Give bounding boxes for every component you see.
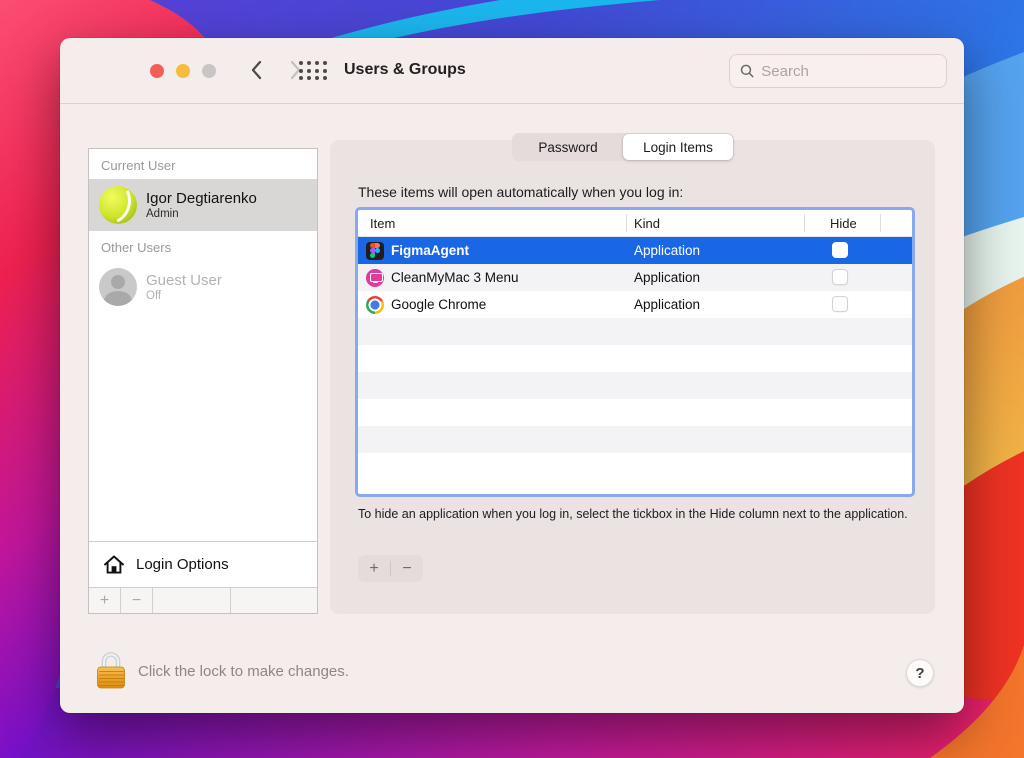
show-all-grid-icon[interactable]: [298, 60, 328, 82]
table-row-empty: [358, 453, 912, 480]
minimize-button[interactable]: [176, 64, 190, 78]
remove-user-button[interactable]: −: [121, 588, 153, 613]
column-header-hide[interactable]: Hide: [830, 216, 857, 231]
hide-hint-text: To hide an application when you log in, …: [358, 506, 943, 523]
item-kind: Application: [634, 270, 700, 285]
item-kind: Application: [634, 243, 700, 258]
table-row-google-chrome[interactable]: Google Chrome Application: [358, 291, 912, 318]
close-button[interactable]: [150, 64, 164, 78]
other-users-section-label: Other Users: [89, 231, 317, 261]
tab-password[interactable]: Password: [513, 134, 623, 160]
column-divider: [804, 214, 805, 232]
title-bar: Users & Groups: [60, 38, 964, 104]
home-icon: [103, 554, 125, 575]
users-groups-window: Users & Groups Current User Igor Degtiar…: [60, 38, 964, 713]
desktop: Users & Groups Current User Igor Degtiar…: [0, 0, 1024, 758]
chrome-app-icon: [366, 296, 384, 314]
user-avatar-tennis-ball: [99, 186, 137, 224]
tab-login-items[interactable]: Login Items: [623, 134, 733, 160]
remove-login-item-button[interactable]: −: [391, 560, 423, 578]
sidebar-spacer: [89, 313, 317, 541]
table-row-figmaagent[interactable]: FigmaAgent Application: [358, 237, 912, 264]
guest-status: Off: [146, 290, 222, 302]
add-login-item-button[interactable]: +: [358, 560, 390, 578]
table-row-empty: [358, 372, 912, 399]
user-role: Admin: [146, 208, 257, 220]
item-name: CleanMyMac 3 Menu: [391, 270, 519, 285]
login-items-add-remove: + −: [358, 555, 423, 582]
table-row-empty: [358, 399, 912, 426]
users-sidebar: Current User Igor Degtiarenko Admin Othe…: [88, 148, 318, 614]
table-row-empty: [358, 345, 912, 372]
table-row-cleanmymac[interactable]: CleanMyMac 3 Menu Application: [358, 264, 912, 291]
search-input[interactable]: [761, 63, 936, 80]
column-header-item[interactable]: Item: [370, 216, 395, 231]
login-items-table: Item Kind Hide FigmaAgent: [355, 207, 915, 497]
guest-name: Guest User: [146, 272, 222, 290]
column-header-kind[interactable]: Kind: [634, 216, 660, 231]
table-header: Item Kind Hide: [358, 210, 912, 237]
guest-avatar: [99, 268, 137, 306]
login-items-description: These items will open automatically when…: [358, 184, 683, 200]
cleanmymac-app-icon: [366, 269, 384, 287]
sidebar-item-current-user[interactable]: Igor Degtiarenko Admin: [89, 179, 317, 231]
column-divider: [880, 214, 881, 232]
table-row-empty: [358, 426, 912, 453]
item-kind: Application: [634, 297, 700, 312]
table-row-empty: [358, 318, 912, 345]
search-icon: [740, 63, 754, 79]
help-button[interactable]: ?: [906, 659, 934, 687]
nav-arrows: [250, 64, 302, 78]
add-user-button[interactable]: +: [89, 588, 121, 613]
traffic-lights: [150, 64, 216, 78]
column-divider: [626, 214, 627, 232]
sidebar-toolbar-filler: [153, 588, 231, 613]
current-user-section-label: Current User: [89, 149, 317, 179]
item-name: FigmaAgent: [391, 243, 469, 258]
back-button[interactable]: [250, 60, 262, 80]
hide-checkbox[interactable]: [832, 242, 848, 258]
tab-bar: Password Login Items: [512, 133, 734, 161]
sidebar-toolbar: + −: [89, 587, 317, 613]
search-field[interactable]: [729, 54, 947, 88]
hide-checkbox[interactable]: [832, 296, 848, 312]
figma-app-icon: [366, 242, 384, 260]
item-name: Google Chrome: [391, 297, 486, 312]
page-title: Users & Groups: [344, 61, 466, 79]
sidebar-item-guest-user[interactable]: Guest User Off: [89, 261, 317, 313]
user-name: Igor Degtiarenko: [146, 190, 257, 208]
hide-checkbox[interactable]: [832, 269, 848, 285]
zoom-button: [202, 64, 216, 78]
lock-status-text: Click the lock to make changes.: [138, 663, 349, 680]
sidebar-item-login-options[interactable]: Login Options: [89, 541, 317, 587]
lock-icon[interactable]: [95, 650, 127, 690]
login-options-label: Login Options: [136, 556, 229, 573]
